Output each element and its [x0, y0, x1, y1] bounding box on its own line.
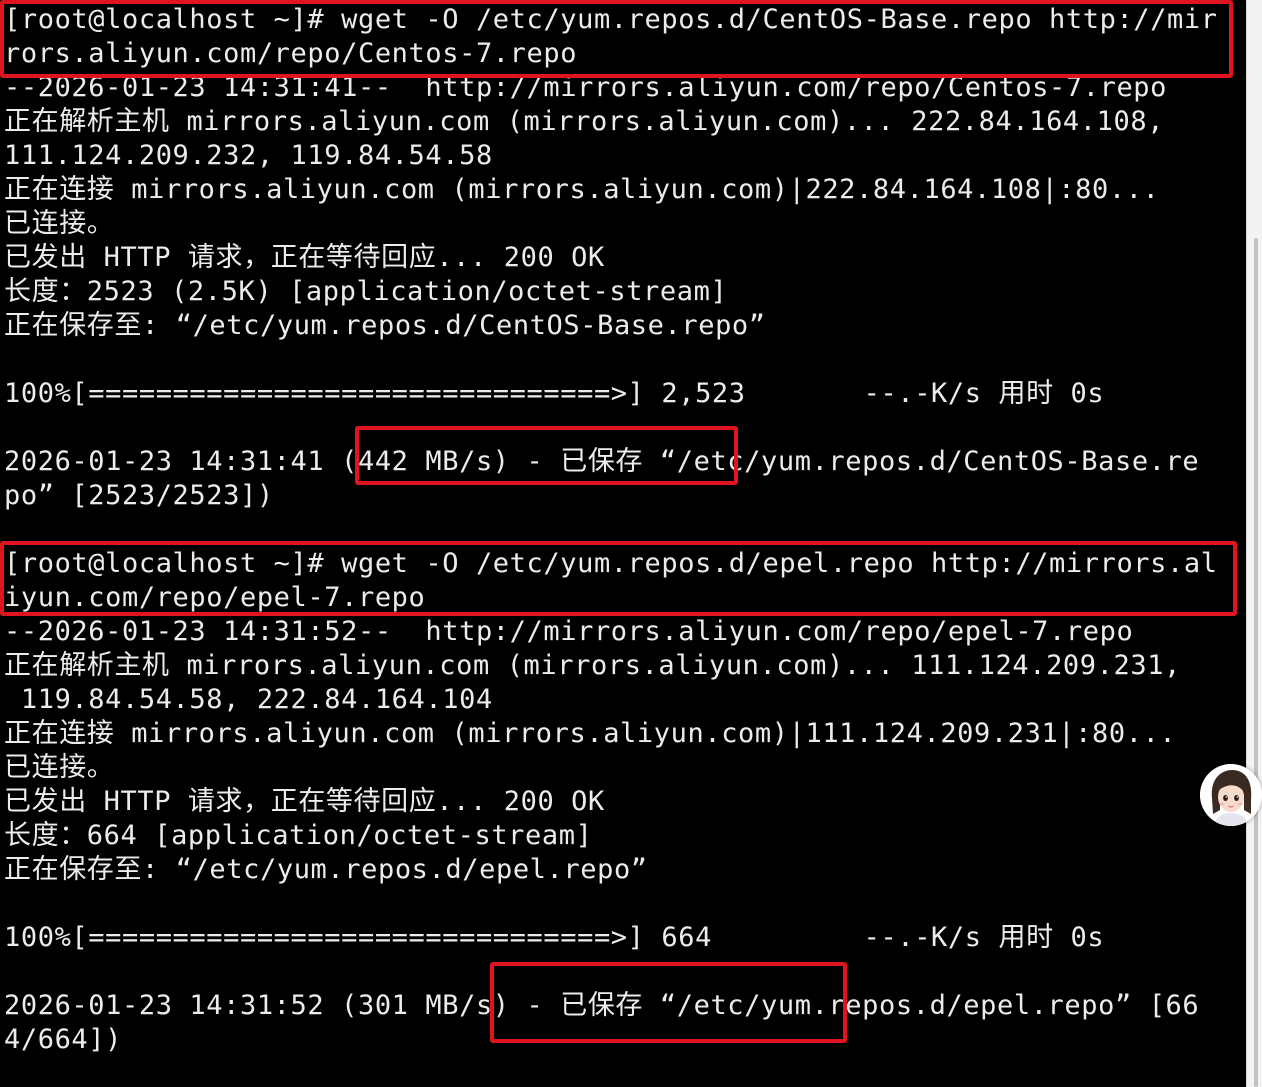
- scrollbar-thumb[interactable]: [1254, 238, 1258, 1087]
- terminal-line: 4/664]): [4, 1024, 122, 1055]
- terminal-line: iyun.com/repo/epel-7.repo: [4, 582, 426, 613]
- terminal-line: 正在连接 mirrors.aliyun.com (mirrors.aliyun.…: [4, 174, 1160, 205]
- vertical-scrollbar[interactable]: [1246, 0, 1262, 1087]
- terminal-line: 100%[===============================>] 2…: [4, 378, 1105, 409]
- terminal-line: 长度：2523 (2.5K) [application/octet-stream…: [4, 276, 728, 307]
- assistant-avatar-graphic: [1200, 764, 1262, 826]
- terminal-output[interactable]: [root@localhost ~]# wget -O /etc/yum.rep…: [0, 0, 1246, 1087]
- terminal-line: 2026-01-23 14:31:41 (442 MB/s) - 已保存 “/e…: [4, 446, 1200, 477]
- terminal-line: 已连接。: [4, 208, 115, 239]
- terminal-line: po” [2523/2523]): [4, 480, 274, 511]
- terminal-line: 100%[===============================>] 6…: [4, 922, 1105, 953]
- terminal-line: 正在保存至: “/etc/yum.repos.d/epel.repo”: [4, 854, 648, 885]
- terminal-line: 正在保存至: “/etc/yum.repos.d/CentOS-Base.rep…: [4, 310, 766, 341]
- terminal-line: 已发出 HTTP 请求，正在等待回应... 200 OK: [4, 242, 605, 273]
- terminal-line: 119.84.54.58, 222.84.164.104: [4, 684, 493, 715]
- assistant-avatar-icon[interactable]: [1200, 764, 1262, 826]
- terminal-line: rors.aliyun.com/repo/Centos-7.repo: [4, 38, 578, 69]
- terminal-line: 正在解析主机 mirrors.aliyun.com (mirrors.aliyu…: [4, 650, 1181, 681]
- terminal-line: [root@localhost ~]# wget -O /etc/yum.rep…: [4, 4, 1218, 35]
- terminal-line: --2026-01-23 14:31:41-- http://mirrors.a…: [4, 72, 1168, 103]
- terminal-line: 2026-01-23 14:31:52 (301 MB/s) - 已保存 “/e…: [4, 990, 1200, 1021]
- terminal-line: 已连接。: [4, 752, 115, 783]
- terminal-line: --2026-01-23 14:31:52-- http://mirrors.a…: [4, 616, 1134, 647]
- terminal-line: 已发出 HTTP 请求，正在等待回应... 200 OK: [4, 786, 605, 817]
- terminal-line: 正在连接 mirrors.aliyun.com (mirrors.aliyun.…: [4, 718, 1177, 749]
- terminal-line: 正在解析主机 mirrors.aliyun.com (mirrors.aliyu…: [4, 106, 1165, 137]
- terminal-line: [root@localhost ~]# wget -O /etc/yum.rep…: [4, 548, 1218, 579]
- terminal-line: 111.124.209.232, 119.84.54.58: [4, 140, 493, 171]
- terminal-line: 长度：664 [application/octet-stream]: [4, 820, 593, 851]
